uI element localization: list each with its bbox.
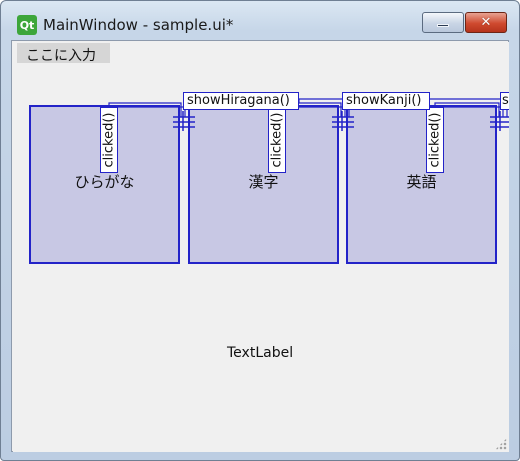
main-window: Qt MainWindow - sample.ui* ✕ ここに入力 ひらがな … — [0, 0, 520, 461]
designer-form: ここに入力 ひらがな 漢字 英語 clicked() clicked() cli… — [11, 40, 509, 452]
window-title: MainWindow - sample.ui* — [43, 16, 234, 34]
form-canvas[interactable]: ひらがな 漢字 英語 clicked() clicked() clicked()… — [13, 65, 509, 452]
kanji-button-label: 漢字 — [248, 173, 279, 191]
qt-logo-icon: Qt — [17, 15, 37, 35]
hiragana-button-label: ひらがな — [74, 173, 135, 191]
minimize-button[interactable] — [422, 12, 464, 33]
signal-clicked-1-label: clicked() — [101, 112, 117, 168]
slot-third[interactable]: s — [500, 92, 509, 110]
signal-clicked-3-label: clicked() — [427, 112, 443, 168]
minimize-icon — [437, 24, 449, 27]
menu-item-type-here[interactable]: ここに入力 — [17, 43, 110, 64]
slot-show-hiragana[interactable]: showHiragana() — [183, 92, 299, 110]
signal-clicked-3[interactable]: clicked() — [426, 107, 444, 173]
signal-clicked-1[interactable]: clicked() — [100, 107, 118, 173]
english-button-label: 英語 — [406, 173, 437, 191]
close-icon: ✕ — [480, 15, 492, 30]
kanji-button[interactable]: 漢字 — [188, 105, 339, 264]
title-bar[interactable]: Qt MainWindow - sample.ui* ✕ — [1, 1, 519, 41]
signal-clicked-2[interactable]: clicked() — [268, 107, 286, 173]
english-button[interactable]: 英語 — [346, 105, 497, 264]
resize-grip-icon[interactable] — [495, 438, 507, 450]
signal-clicked-2-label: clicked() — [269, 112, 285, 168]
text-label: TextLabel — [227, 345, 294, 361]
slot-show-kanji[interactable]: showKanji() — [342, 92, 430, 110]
close-button[interactable]: ✕ — [465, 12, 507, 33]
menu-bar: ここに入力 — [13, 42, 509, 65]
